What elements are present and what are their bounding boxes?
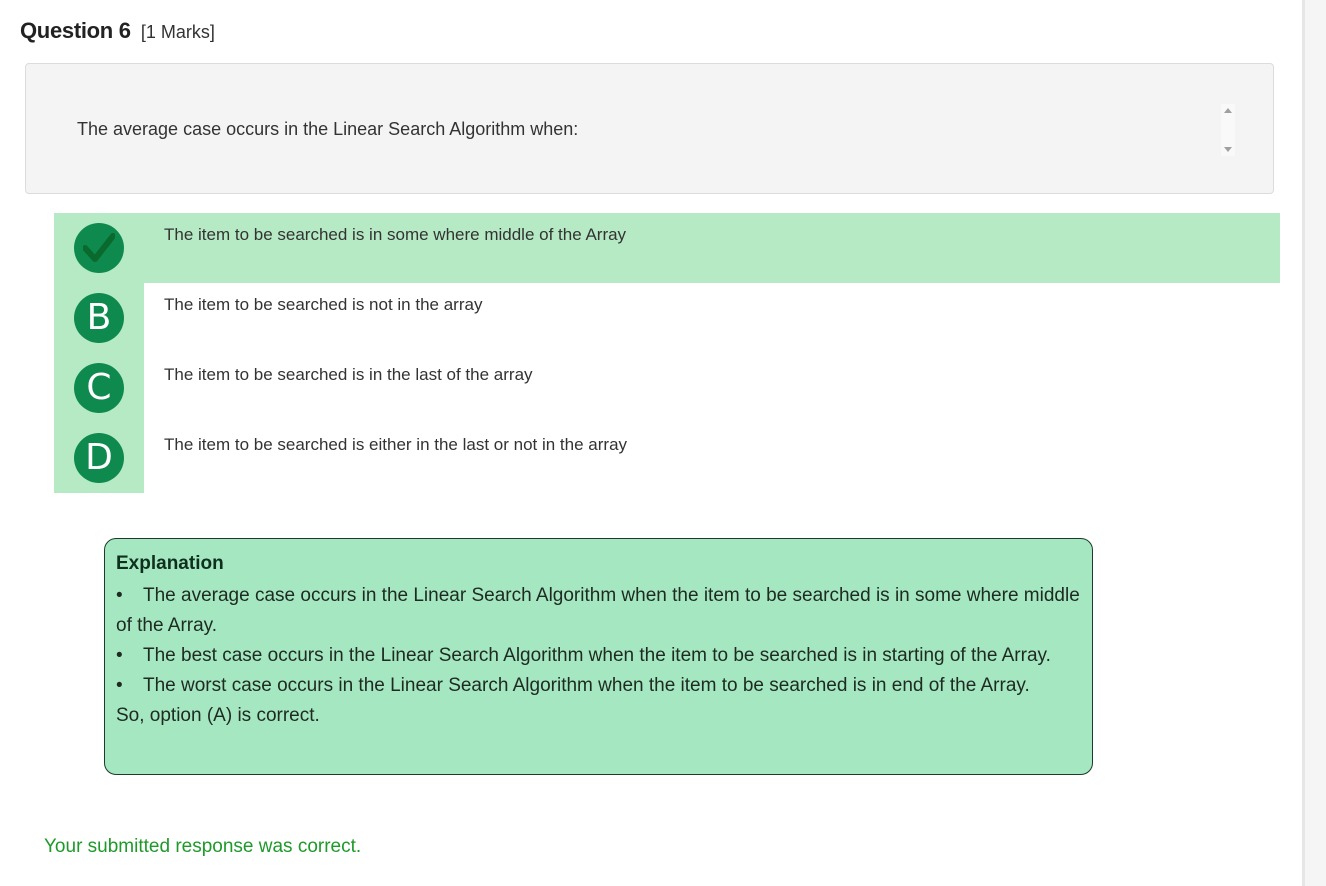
explanation-bullet-text: The average case occurs in the Linear Se…	[116, 585, 1080, 636]
scroll-down-icon[interactable]	[1224, 147, 1232, 152]
page-scrollbar[interactable]	[1302, 0, 1326, 886]
option-b[interactable]: B The item to be searched is not in the …	[54, 283, 1280, 353]
explanation-conclusion: So, option (A) is correct.	[116, 705, 320, 726]
explanation-bullet: • The worst case occurs in the Linear Sea…	[116, 671, 1082, 701]
question-marks: [1 Marks]	[140, 22, 215, 42]
explanation-bullet-text: The worst case occurs in the Linear Sear…	[143, 675, 1030, 696]
option-d-text: The item to be searched is either in the…	[164, 435, 628, 454]
quiz-page: Question 6 [1 Marks] The average case oc…	[0, 0, 1326, 886]
option-b-text: The item to be searched is not in the ar…	[164, 295, 483, 314]
bullet-icon: •	[116, 645, 123, 666]
option-a-text: The item to be searched is in some where…	[164, 225, 627, 244]
option-d-letter-column: D	[54, 423, 144, 493]
explanation-title: Explanation	[116, 553, 224, 574]
question-box: The average case occurs in the Linear Se…	[25, 63, 1274, 194]
option-b-letter-column: B	[54, 283, 144, 353]
option-c-badge: C	[74, 363, 124, 413]
bullet-icon: •	[116, 675, 123, 696]
scroll-up-icon[interactable]	[1224, 108, 1232, 113]
option-d[interactable]: D The item to be searched is either in t…	[54, 423, 1280, 493]
question-header: Question 6 [1 Marks]	[20, 18, 215, 44]
question-scrollbar[interactable]	[1221, 104, 1235, 156]
option-a-letter-column	[54, 213, 144, 283]
explanation-box: Explanation • The average case occurs in …	[104, 538, 1093, 775]
question-title: Question 6	[20, 18, 131, 43]
option-c[interactable]: C The item to be searched is in the last…	[54, 353, 1280, 423]
bullet-icon: •	[116, 585, 123, 606]
checkmark-icon	[74, 223, 124, 273]
explanation-bullet: • The average case occurs in the Linear S…	[116, 581, 1082, 641]
result-message: Your submitted response was correct.	[44, 836, 362, 857]
option-d-badge: D	[74, 433, 124, 483]
question-text: The average case occurs in the Linear Se…	[77, 119, 579, 139]
option-a[interactable]: The item to be searched is in some where…	[54, 213, 1280, 283]
option-c-letter-column: C	[54, 353, 144, 423]
explanation-bullet-text: The best case occurs in the Linear Searc…	[143, 645, 1051, 666]
explanation-bullet: • The best case occurs in the Linear Sear…	[116, 641, 1082, 671]
options-list: The item to be searched is in some where…	[54, 213, 1280, 493]
option-c-text: The item to be searched is in the last o…	[164, 365, 533, 384]
option-b-badge: B	[74, 293, 124, 343]
